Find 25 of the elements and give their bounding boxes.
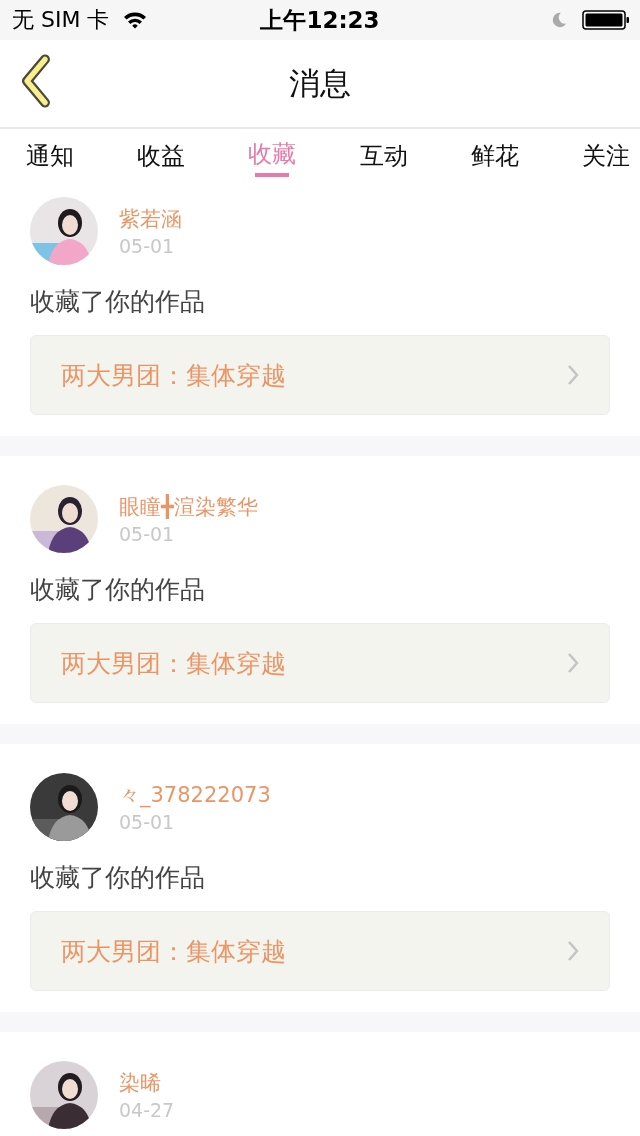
carrier-text: 无 SIM 卡 bbox=[12, 6, 110, 34]
message-text: 收藏了你的作品 bbox=[30, 286, 206, 318]
battery-icon bbox=[582, 10, 630, 30]
chevron-icon bbox=[567, 364, 579, 386]
page-title: 消息 bbox=[289, 63, 351, 103]
tab[interactable]: 通知 bbox=[26, 129, 74, 177]
tab[interactable]: 收益 bbox=[137, 129, 186, 177]
tab[interactable]: 鲜花 bbox=[470, 129, 519, 177]
user-name[interactable]: 々_378222073 bbox=[119, 781, 271, 809]
chevron-icon bbox=[567, 940, 579, 962]
moon-icon bbox=[550, 11, 568, 29]
message-text: 收藏了你的作品 bbox=[30, 862, 206, 894]
chevron-icon bbox=[567, 652, 579, 674]
user-name[interactable]: 眼瞳╋渲染繁华 bbox=[119, 493, 258, 521]
tab[interactable]: 关注 bbox=[581, 129, 630, 177]
work-link[interactable]: 两大男团：集体穿越 bbox=[30, 623, 610, 703]
clock-time: 上午12:23 bbox=[260, 5, 380, 35]
message-text: 收藏了你的作品 bbox=[30, 574, 206, 606]
user-name[interactable]: 染晞 bbox=[119, 1069, 175, 1097]
user-name[interactable]: 紫若涵 bbox=[119, 205, 182, 233]
work-link[interactable]: 两大男团：集体穿越 bbox=[30, 335, 610, 415]
wifi-icon bbox=[123, 11, 148, 29]
work-link[interactable]: 两大男团：集体穿越 bbox=[30, 911, 610, 991]
tab[interactable]: 收藏 bbox=[248, 129, 297, 177]
tab[interactable]: 互动 bbox=[359, 129, 408, 177]
